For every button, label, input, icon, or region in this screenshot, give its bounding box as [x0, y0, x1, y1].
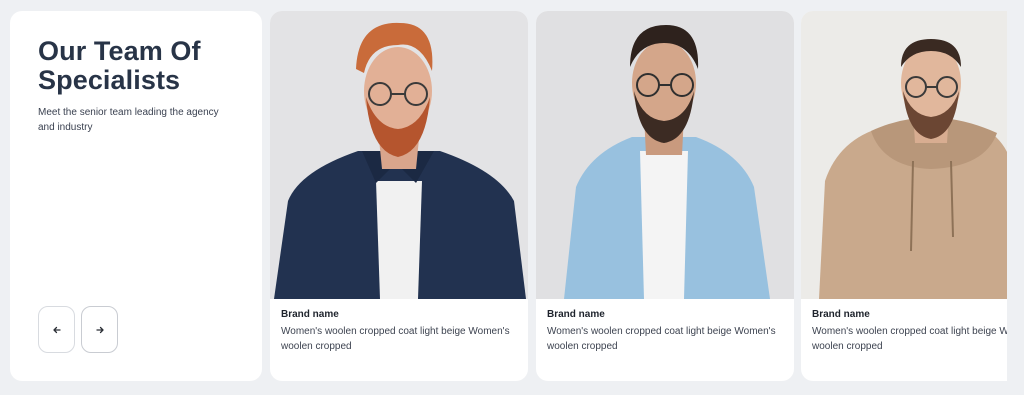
team-member-card[interactable]: Brand name Women's woolen cropped coat l… [536, 11, 794, 381]
team-member-photo [270, 11, 528, 299]
card-description: Women's woolen cropped coat light beige … [547, 326, 776, 352]
team-member-photo [536, 11, 794, 299]
team-member-photo [801, 11, 1007, 299]
card-brand-name: Brand name [547, 309, 605, 320]
card-brand-name: Brand name [812, 309, 870, 320]
intro-card: Our Team Of Specialists Meet the senior … [10, 11, 262, 381]
carousel-next-button[interactable] [81, 306, 118, 353]
card-description: Women's woolen cropped coat light beige … [281, 326, 510, 352]
section-title: Our Team Of Specialists [38, 36, 201, 95]
card-brand-name: Brand name [281, 309, 339, 320]
arrow-left-icon [52, 326, 61, 333]
section-subtitle: Meet the senior team leading the agency … [38, 107, 219, 133]
viewport-edge [1007, 0, 1024, 395]
team-member-card[interactable]: Brand name Women's woolen cropped coat l… [801, 11, 1007, 381]
carousel-prev-button[interactable] [38, 306, 75, 353]
card-description: Women's woolen cropped coat light beige … [812, 326, 1007, 352]
arrow-right-icon [95, 326, 104, 333]
team-member-card[interactable]: Brand name Women's woolen cropped coat l… [270, 11, 528, 381]
